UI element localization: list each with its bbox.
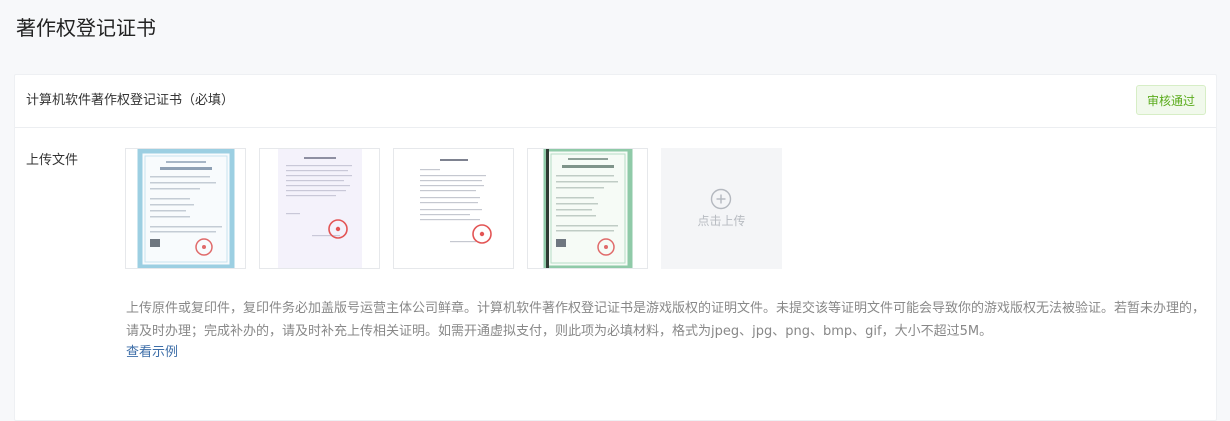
certificate-thumbnail-4[interactable] (527, 148, 648, 269)
status-badge: 审核通过 (1135, 85, 1206, 115)
certificate-thumbnail-1[interactable] (125, 148, 246, 269)
upload-hint-text: 上传原件或复印件，复印件务必加盖版号运营主体公司鲜章。计算机软件著作权登记证书是… (126, 301, 1206, 339)
card-header: 计算机软件著作权登记证书（必填） 审核通过 (15, 75, 1216, 128)
certificate-image-1 (137, 149, 235, 268)
certificate-card: 计算机软件著作权登记证书（必填） 审核通过 上传文件 点击上传 上传原件或复印件… (14, 74, 1217, 421)
certificate-image-3 (412, 149, 496, 268)
certificate-image-2 (278, 149, 362, 268)
view-example-link[interactable]: 查看示例 (126, 343, 178, 363)
page-title: 著作权登记证书 (16, 16, 156, 40)
upload-button[interactable]: 点击上传 (661, 148, 782, 269)
certificate-thumbnail-2[interactable] (259, 148, 380, 269)
upload-field-label: 上传文件 (26, 153, 79, 168)
certificate-image-4 (543, 149, 633, 268)
card-title: 计算机软件著作权登记证书（必填） (26, 93, 235, 108)
plus-circle-icon (710, 188, 732, 210)
upload-label: 点击上传 (697, 214, 746, 228)
certificate-thumbnail-3[interactable] (393, 148, 514, 269)
